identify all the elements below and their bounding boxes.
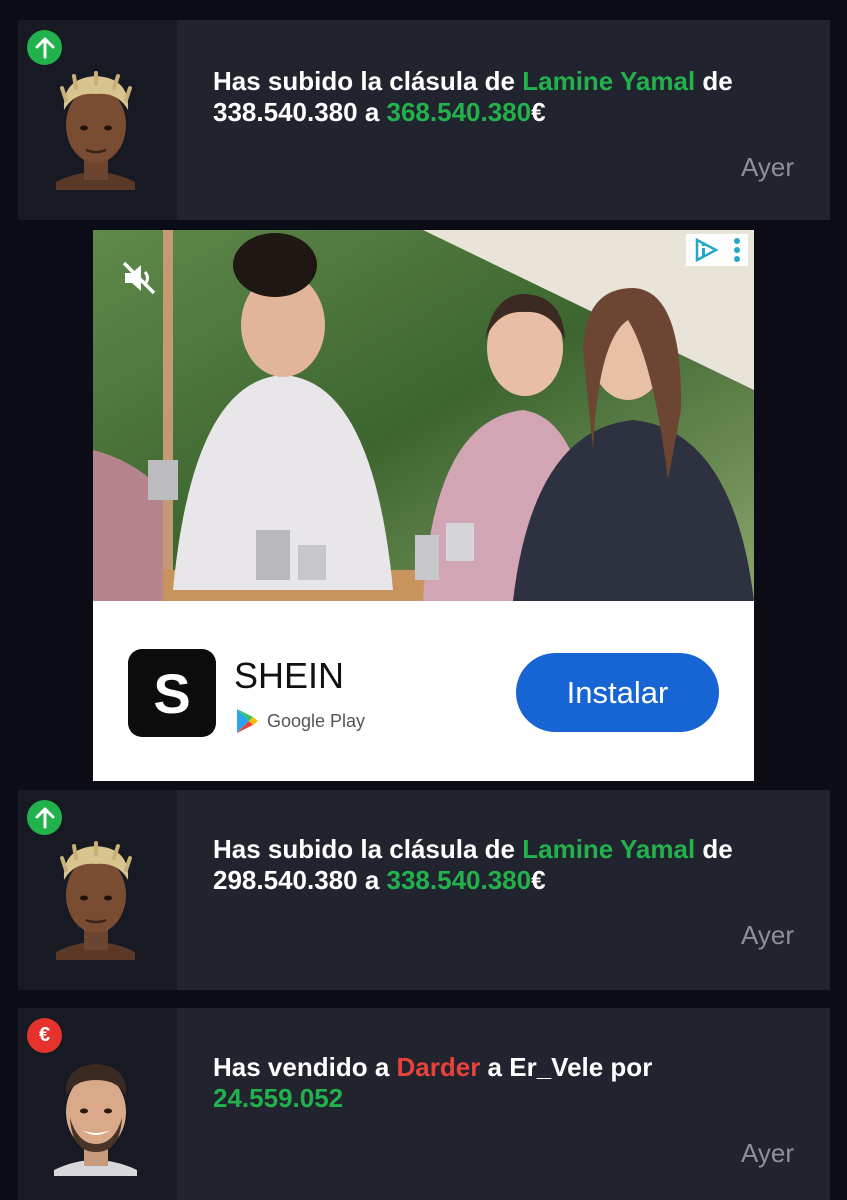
notification-message: Has vendido a Darder a Er_Vele por 24.559… bbox=[213, 1052, 653, 1113]
store-badge: Google Play bbox=[235, 708, 365, 734]
more-options-icon[interactable] bbox=[733, 237, 741, 263]
from-value: 338.540.380 bbox=[213, 97, 358, 127]
notification-card[interactable]: Has subido la clásula de Lamine Yamal de… bbox=[18, 790, 830, 990]
player-avatar bbox=[56, 841, 135, 960]
app-icon[interactable]: S bbox=[128, 649, 216, 737]
player-avatar bbox=[54, 1064, 137, 1176]
ad-info-icon[interactable] bbox=[693, 237, 719, 263]
from-value: 298.540.380 bbox=[213, 865, 358, 895]
to-value: 338.540.380 bbox=[386, 865, 532, 895]
player-avatar bbox=[56, 71, 135, 190]
notification-card[interactable]: € Has vendido a Darder a Er_Vele por 24.5… bbox=[18, 1008, 830, 1200]
app-name[interactable]: SHEIN bbox=[234, 655, 344, 697]
ad-banner[interactable]: S SHEIN Google Play Instalar bbox=[93, 230, 754, 781]
player-name[interactable]: Lamine Yamal bbox=[522, 834, 695, 864]
notification-message: Has subido la clásula de Lamine Yamal de… bbox=[213, 66, 733, 127]
arrow-up-icon bbox=[27, 30, 62, 65]
to-value: 368.540.380 bbox=[386, 97, 532, 127]
notification-time: Ayer bbox=[741, 1138, 794, 1168]
install-button[interactable]: Instalar bbox=[516, 653, 719, 732]
player-name[interactable]: Lamine Yamal bbox=[522, 66, 695, 96]
notification-card[interactable]: Has subido la clásula de Lamine Yamal de… bbox=[18, 20, 830, 220]
sale-amount: 24.559.052 bbox=[213, 1083, 344, 1113]
notification-time: Ayer bbox=[741, 920, 794, 950]
google-play-icon bbox=[237, 709, 258, 733]
arrow-up-icon bbox=[27, 800, 62, 835]
player-name[interactable]: Darder bbox=[397, 1052, 481, 1082]
mute-icon[interactable] bbox=[119, 258, 159, 303]
notification-time: Ayer bbox=[741, 152, 794, 182]
notification-message: Has subido la clásula de Lamine Yamal de… bbox=[213, 834, 733, 895]
euro-icon: € bbox=[27, 1018, 62, 1053]
store-name: Google Play bbox=[267, 710, 366, 731]
ad-video-image[interactable] bbox=[93, 230, 754, 601]
adchoices-icon[interactable] bbox=[686, 234, 748, 266]
